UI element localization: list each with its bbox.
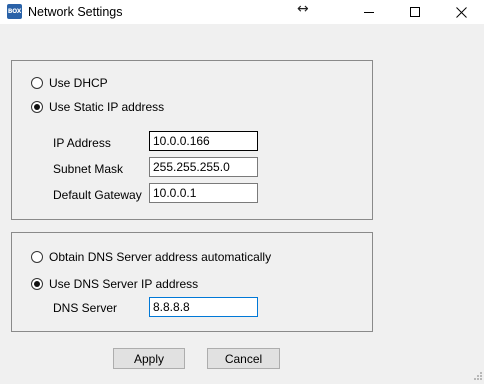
close-button[interactable]	[438, 0, 484, 24]
static-ip-radio[interactable]	[31, 101, 43, 113]
maximize-icon	[410, 7, 420, 17]
close-icon	[455, 6, 467, 18]
dns-manual-radio[interactable]	[31, 278, 43, 290]
resize-cursor-icon: ↔	[297, 1, 309, 17]
dns-auto-radio[interactable]	[31, 251, 43, 263]
subnet-mask-input[interactable]	[149, 157, 258, 177]
static-ip-label[interactable]: Use Static IP address	[49, 100, 164, 114]
dns-server-input[interactable]	[149, 297, 258, 317]
cancel-button[interactable]: Cancel	[207, 348, 280, 369]
dhcp-label[interactable]: Use DHCP	[49, 76, 108, 90]
ip-address-label: IP Address	[53, 136, 111, 150]
default-gateway-label: Default Gateway	[53, 188, 142, 202]
window-title: Network Settings	[28, 5, 123, 19]
default-gateway-input[interactable]	[149, 183, 258, 203]
dns-manual-label[interactable]: Use DNS Server IP address	[49, 277, 198, 291]
minimize-icon	[364, 12, 374, 13]
dns-server-label: DNS Server	[53, 301, 118, 315]
apply-button[interactable]: Apply	[113, 348, 185, 369]
subnet-mask-label: Subnet Mask	[53, 162, 124, 176]
app-icon: BOX	[7, 4, 22, 19]
resize-grip-icon[interactable]	[472, 372, 482, 382]
maximize-button[interactable]	[392, 0, 438, 24]
minimize-button[interactable]	[346, 0, 392, 24]
dhcp-radio[interactable]	[31, 77, 43, 89]
ip-address-input[interactable]	[149, 131, 258, 151]
dns-auto-label[interactable]: Obtain DNS Server address automatically	[49, 250, 271, 264]
title-bar[interactable]: BOX Network Settings ↔	[0, 0, 484, 24]
